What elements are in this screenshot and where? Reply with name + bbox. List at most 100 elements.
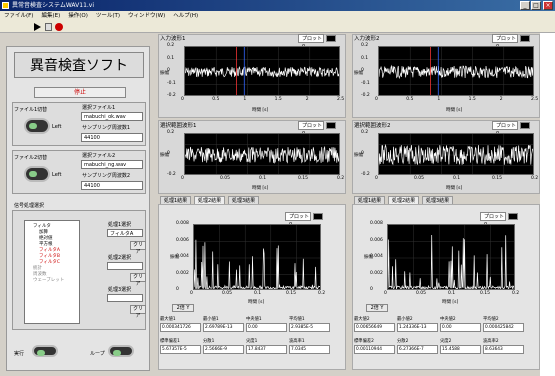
input2-plot[interactable] [378, 46, 534, 96]
stat-value: 0.000425842 [483, 323, 524, 332]
menu-file[interactable]: ファイル(F) [4, 13, 33, 19]
menu-edit[interactable]: 編集(E) [41, 13, 60, 19]
clear2-button[interactable]: クリア [130, 273, 146, 287]
tree-item[interactable]: ウェーブレット [27, 278, 77, 284]
x-tick-label: 1.5 [274, 97, 282, 102]
menu-tools[interactable]: ツール(T) [96, 13, 120, 19]
y-tick-label: 0 [167, 151, 170, 156]
stat-value: 5.67357E-5 [160, 345, 201, 354]
menu-help[interactable]: ヘルプ(H) [173, 13, 198, 19]
x-tick-label: 2 [305, 97, 309, 102]
x-tick-label: 1 [243, 97, 247, 102]
file2-toggle[interactable] [24, 166, 50, 182]
stat-value: 8.63643 [483, 345, 524, 354]
y-tick-label: 0 [176, 287, 179, 292]
select2-plot-title: 選択範囲波形2 [354, 123, 391, 129]
y-tick-label: 0.008 [176, 221, 189, 226]
input1-legend[interactable]: プロット0 [298, 34, 324, 50]
stop-button[interactable]: 停止 [34, 87, 126, 98]
x-tick-label: 0.2 [337, 176, 345, 181]
stat-value: 6.27366E-7 [397, 345, 438, 354]
file1-name-field[interactable]: mabuchi_ok.wav [81, 112, 143, 121]
y-tick-label: 0.004 [370, 254, 383, 259]
processing-tree[interactable]: フィルタ 加算 絶対値 平方根 フィルタA フィルタB フィルタC 統計 周波数… [24, 220, 80, 324]
select2-xlabel: 時間 [s] [446, 186, 463, 191]
x-tick-label: 1.5 [468, 97, 476, 102]
clear1-button[interactable]: クリア [130, 241, 146, 255]
waveform-trace [388, 234, 514, 289]
x-tick-label: 0.15 [492, 176, 503, 181]
x-tick-label: 1 [437, 97, 441, 102]
maximize-button[interactable]: □ [531, 1, 541, 10]
x-tick-label: 0 [190, 291, 193, 296]
stat-value: 2.9385E-5 [289, 323, 330, 332]
x-tick-label: 0.2 [318, 291, 326, 296]
y-tick-label: 0.2 [361, 130, 369, 135]
y-tick-label: 0.2 [167, 43, 175, 48]
result2-plot[interactable] [387, 224, 515, 290]
result2-zoom-button[interactable]: 2倍 Y [366, 304, 388, 312]
stat-value: 7.0345 [289, 345, 330, 354]
select1-xlabel: 時間 [s] [252, 186, 269, 191]
y-tick-label: 0.002 [370, 270, 383, 276]
menu-operate[interactable]: 操作(O) [68, 13, 88, 19]
select2-legend[interactable]: プロット0 [492, 121, 518, 137]
y-tick-label: -0.1 [167, 80, 176, 86]
minimize-button[interactable]: _ [520, 1, 530, 10]
file1-name-label: 選択ファイル1 [82, 105, 116, 111]
select1-plot[interactable] [184, 133, 340, 175]
y-tick-label: 0 [361, 68, 364, 73]
select1-plot-title: 選択範囲波形1 [160, 123, 197, 129]
y-tick-label: 0.006 [370, 237, 383, 243]
file1-toggle[interactable] [24, 118, 50, 134]
right-strip [540, 33, 555, 376]
y-tick-label: -0.2 [361, 172, 370, 177]
file1-rate-field: 44100 [81, 133, 143, 142]
result1-zoom-button[interactable]: 2倍 Y [172, 304, 194, 312]
stat-label: 標準偏差1 [160, 339, 180, 344]
select2-plot[interactable] [378, 133, 534, 175]
processing-label: 信号処理選択 [14, 203, 45, 209]
x-tick-label: 0.5 [212, 97, 220, 102]
loop-button[interactable] [108, 345, 134, 357]
input2-legend[interactable]: プロット0 [492, 34, 518, 50]
stat-label: 波高率1 [289, 339, 305, 344]
select3-field[interactable] [107, 294, 143, 302]
result2-legend[interactable]: プロット0 [480, 212, 506, 228]
stat-label: 尖度2 [440, 339, 452, 344]
x-tick-label: 2.5 [337, 97, 345, 102]
stat-label: 中央値2 [440, 317, 456, 322]
file2-rate-field: 44100 [81, 181, 143, 190]
legend-line-icon [326, 35, 336, 42]
exec-button[interactable] [32, 345, 58, 357]
stat-label: 分散2 [397, 339, 409, 344]
stat-value: 0.000341726 [160, 323, 201, 332]
y-tick-label: 0.1 [167, 55, 175, 61]
pause-icon[interactable] [45, 23, 52, 31]
x-tick-label: 0.2 [512, 291, 520, 296]
close-button[interactable]: × [543, 1, 553, 10]
stat-value: 0.00 [246, 323, 287, 332]
select1-field[interactable]: フィルタA [107, 229, 143, 237]
stat-label: 標準偏差2 [354, 339, 374, 344]
x-tick-label: 0.05 [222, 291, 233, 296]
file2-name-field[interactable]: mabuchi_ng.wav [81, 160, 143, 169]
result1-plot[interactable] [193, 224, 321, 290]
x-tick-label: 0.1 [453, 176, 461, 181]
stat-label: 最小値1 [203, 317, 219, 322]
y-tick-label: 0.1 [361, 55, 369, 61]
input1-plot[interactable] [184, 46, 340, 96]
clear3-button[interactable]: クリア [130, 305, 146, 319]
select1-legend[interactable]: プロット0 [298, 121, 324, 137]
stop-icon[interactable] [55, 23, 63, 31]
run-arrow-icon[interactable] [34, 23, 41, 31]
stat-label: 最小値2 [397, 317, 413, 322]
result1-legend[interactable]: プロット0 [285, 212, 311, 228]
y-tick-label: -0.2 [361, 93, 370, 98]
menu-window[interactable]: ウィンドウ(W) [128, 13, 165, 19]
waveform-trace [194, 239, 320, 289]
stat-label: 平均値2 [483, 317, 499, 322]
file2-rate-label: サンプリング周波数2 [82, 173, 131, 179]
select2-field[interactable] [107, 262, 143, 270]
stat-label: 波高率2 [483, 339, 499, 344]
